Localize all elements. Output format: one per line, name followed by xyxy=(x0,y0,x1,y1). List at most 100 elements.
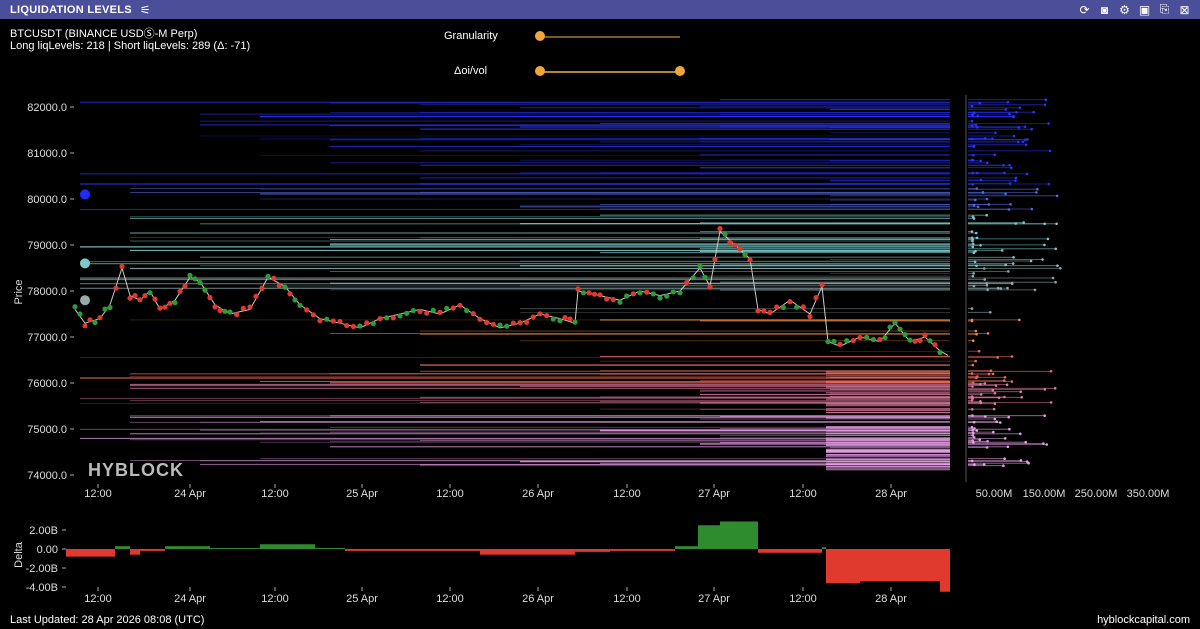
histogram-dot xyxy=(979,382,982,386)
histogram-dot xyxy=(1053,387,1057,390)
histogram-dot xyxy=(974,198,977,202)
y-tick-label: 80000.0 xyxy=(27,194,67,206)
candle-down-marker xyxy=(457,302,463,308)
candle-up-marker xyxy=(202,287,208,293)
x-tick-label: 26 Apr xyxy=(522,593,554,605)
histogram-dot xyxy=(972,441,975,444)
x-tick-label: 24 Apr xyxy=(174,488,206,500)
y-tick-label: 75000.0 xyxy=(27,424,67,436)
histogram-dot xyxy=(1055,194,1059,198)
candle-up-marker xyxy=(702,274,708,280)
candle-up-marker xyxy=(397,313,403,319)
y-axis-label: Price xyxy=(13,279,25,304)
histogram-dot xyxy=(987,372,991,376)
histogram-dot xyxy=(1015,111,1018,114)
candle-down-marker xyxy=(575,286,581,292)
histogram-dot xyxy=(972,272,975,275)
histogram-dot xyxy=(973,427,976,430)
histogram-dot xyxy=(1006,286,1009,290)
candle-down-marker xyxy=(857,334,863,341)
candle-down-marker xyxy=(787,299,793,305)
histogram-dot xyxy=(1003,376,1007,379)
candle-up-marker xyxy=(297,302,303,308)
histogram-dot xyxy=(971,381,975,384)
histogram-dot xyxy=(981,191,985,194)
histogram-dot xyxy=(971,183,974,186)
histogram-dot xyxy=(1054,247,1058,251)
candle-down-marker xyxy=(137,297,143,303)
candle-up-marker xyxy=(864,334,870,340)
histogram-dot xyxy=(1041,258,1044,261)
histogram-dot xyxy=(971,363,975,367)
candle-up-marker xyxy=(192,276,198,282)
candle-up-marker xyxy=(892,320,898,326)
candle-down-marker xyxy=(644,289,650,295)
delta-bar-positive xyxy=(315,548,345,550)
y-tick-label: 0.00 xyxy=(37,544,58,556)
candle-down-marker xyxy=(119,263,125,270)
histogram-dot xyxy=(1024,143,1028,147)
candle-up-marker xyxy=(430,307,436,313)
candle-down-marker xyxy=(132,293,138,299)
candle-up-marker xyxy=(222,308,228,314)
histogram-dot xyxy=(970,230,974,233)
candle-up-marker xyxy=(664,293,670,299)
candle-up-marker xyxy=(870,336,876,343)
histogram-dot xyxy=(971,245,975,249)
histogram-dot xyxy=(976,375,979,378)
x-tick-label: 24 Apr xyxy=(174,593,206,605)
histogram-dot xyxy=(1021,140,1025,144)
candle-down-marker xyxy=(490,321,496,327)
histogram-tick-label: 150.00M xyxy=(1023,488,1066,500)
histogram-dot xyxy=(1010,166,1013,169)
candle-down-marker xyxy=(253,293,259,299)
candle-up-marker xyxy=(550,316,556,322)
delta-bar-negative xyxy=(860,549,940,582)
candle-down-marker xyxy=(364,320,370,326)
histogram-dot xyxy=(971,397,974,400)
histogram-dot xyxy=(1048,149,1052,153)
y-tick-label: -2.00B xyxy=(26,563,58,575)
candle-down-marker xyxy=(684,280,690,286)
histogram-dot xyxy=(975,333,978,336)
liquidation-chart[interactable]: 82000.0 81000.0 80000.0 79000.0 78000.0 77000… xyxy=(0,0,1200,629)
candle-down-marker xyxy=(247,304,253,310)
delta-bar-negative xyxy=(66,549,115,557)
candle-up-marker xyxy=(187,272,193,278)
histogram-dot xyxy=(1017,126,1021,129)
candle-down-marker xyxy=(317,318,323,324)
candle-down-marker xyxy=(304,307,310,313)
histogram-dot xyxy=(975,429,979,432)
candle-down-marker xyxy=(477,316,483,322)
delta-bar-positive xyxy=(210,548,260,550)
histogram-dot xyxy=(1008,427,1011,431)
histogram-dot xyxy=(993,153,997,157)
x-tick-label: 27 Apr xyxy=(698,488,730,500)
histogram-dot xyxy=(1010,282,1014,286)
histogram-dot xyxy=(1007,270,1010,273)
delta-bar-negative xyxy=(940,549,950,592)
histogram-dot xyxy=(971,274,975,278)
histogram-dot xyxy=(985,197,989,201)
brand-link[interactable]: hyblockcapital.com xyxy=(1097,614,1190,626)
x-tick-label: 28 Apr xyxy=(875,593,907,605)
candle-up-marker xyxy=(690,275,696,281)
histogram-dot xyxy=(1012,134,1016,138)
histogram-dot xyxy=(993,417,997,421)
candle-down-marker xyxy=(152,296,158,302)
histogram-dot xyxy=(991,137,994,140)
candle-down-marker xyxy=(234,312,240,318)
candle-up-marker xyxy=(657,295,663,301)
candle-up-marker xyxy=(147,290,153,296)
candle-down-marker xyxy=(707,284,713,290)
candle-up-marker xyxy=(572,319,578,325)
candle-down-marker xyxy=(510,320,516,326)
candle-down-marker xyxy=(877,336,883,343)
candle-down-marker xyxy=(330,318,336,324)
candle-down-marker xyxy=(484,319,490,326)
candle-up-marker xyxy=(444,305,450,311)
candle-up-marker xyxy=(357,323,363,329)
candle-up-marker xyxy=(882,335,888,341)
histogram-dot xyxy=(975,187,979,190)
candle-down-marker xyxy=(850,338,856,344)
